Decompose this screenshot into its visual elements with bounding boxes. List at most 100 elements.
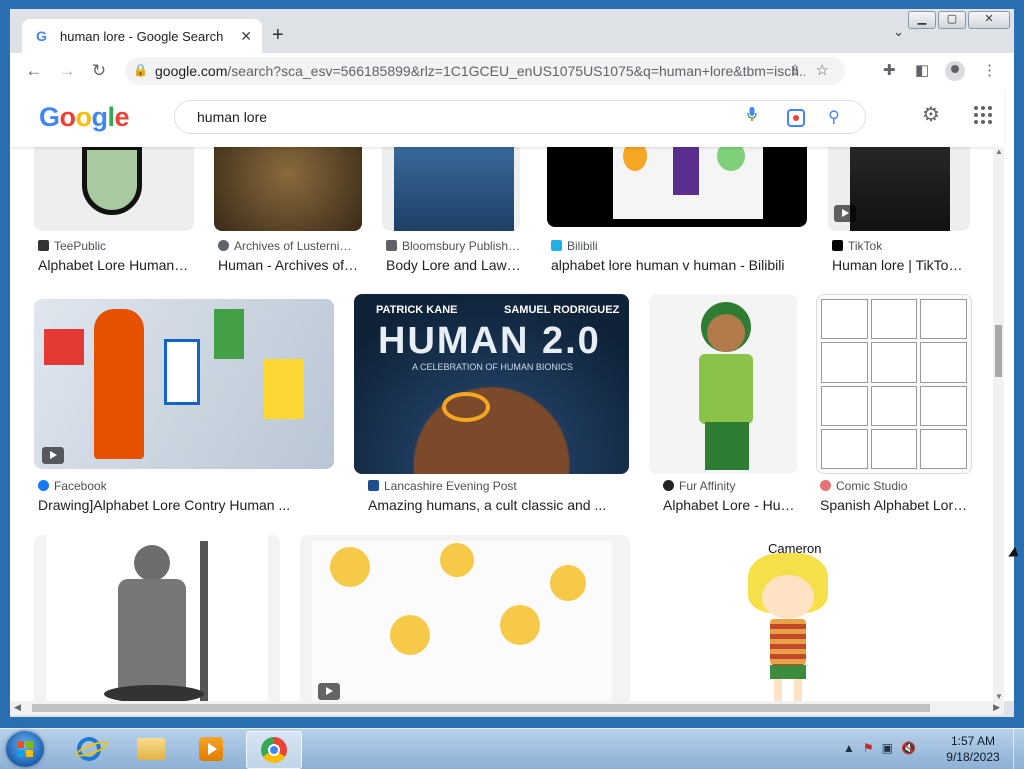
facebook-icon <box>38 480 49 491</box>
reload-icon[interactable]: ↻ <box>89 61 109 81</box>
search-input[interactable] <box>195 108 719 126</box>
maximize-button[interactable]: ▢ <box>938 11 966 29</box>
horizontal-scroll-thumb[interactable] <box>32 704 930 712</box>
google-lens-icon[interactable] <box>787 109 805 127</box>
result-source[interactable]: Bloomsbury Publish… <box>386 239 526 253</box>
result-source[interactable]: Fur Affinity <box>663 479 797 493</box>
result-thumbnail[interactable] <box>300 535 630 701</box>
result-thumbnail[interactable]: PATRICK KANE SAMUEL RODRIGUEZ HUMAN 2.0 … <box>354 294 629 474</box>
result-caption[interactable]: Human - Archives of… <box>218 257 364 273</box>
lock-icon[interactable]: 🔒 <box>133 63 148 77</box>
windows-logo-icon <box>17 741 33 757</box>
result-source[interactable]: Archives of Lusterni… <box>218 239 366 253</box>
result-source[interactable]: TeePublic <box>38 239 198 253</box>
bookmark-star-icon[interactable]: ☆ <box>816 61 829 79</box>
apps-grid-icon[interactable] <box>974 106 992 124</box>
result-thumbnail[interactable] <box>816 294 972 474</box>
globe-icon <box>218 240 229 251</box>
result-source[interactable]: Facebook <box>38 479 334 493</box>
scroll-right-arrow-icon[interactable]: ▶ <box>993 702 1000 713</box>
result-caption[interactable]: Human lore | TikTo… <box>832 257 968 273</box>
kebab-menu-icon[interactable]: ⋮ <box>982 61 997 79</box>
back-arrow-icon[interactable]: ← <box>24 61 44 81</box>
address-bar[interactable]: 🔒 google.com/search?sca_esv=566185899&rl… <box>125 57 845 85</box>
side-panel-icon[interactable]: ◧ <box>915 61 929 79</box>
forward-arrow-icon[interactable]: → <box>57 61 77 81</box>
gear-icon[interactable]: ⚙ <box>922 105 940 125</box>
result-thumbnail[interactable] <box>547 135 807 227</box>
teepublic-icon <box>38 240 49 251</box>
video-play-icon <box>318 683 340 700</box>
action-center-flag-icon[interactable]: ⚑ <box>863 741 874 755</box>
browser-window: ▁ ▢ ✕ G human lore - Google Search ✕ + ⌄… <box>10 9 1014 717</box>
search-magnifier-icon[interactable]: ⚲ <box>828 107 840 127</box>
thumb-author-1: PATRICK KANE <box>376 304 458 316</box>
close-window-button[interactable]: ✕ <box>968 11 1010 29</box>
result-caption[interactable]: Drawing]Alphabet Lore Contry Human ... <box>38 497 334 513</box>
result-caption[interactable]: Amazing humans, a cult classic and ... <box>368 497 628 513</box>
google-images-page: Google ⚲ ⚙ TeePublic A <box>10 89 1014 701</box>
result-thumbnail[interactable] <box>34 535 280 701</box>
bloomsbury-icon <box>386 240 397 251</box>
network-icon[interactable]: ▣ <box>882 741 893 755</box>
show-desktop-button[interactable] <box>1013 729 1024 769</box>
result-thumbnail[interactable]: Cameron <box>642 535 970 701</box>
result-source[interactable]: Comic Studio <box>820 479 976 493</box>
result-caption[interactable]: Body Lore and Law… <box>386 257 526 273</box>
minimize-button[interactable]: ▁ <box>908 11 936 29</box>
profile-avatar-icon[interactable] <box>945 61 965 81</box>
result-thumbnail[interactable] <box>34 135 194 231</box>
show-hidden-icons-icon[interactable]: ▲ <box>843 741 855 755</box>
taskbar-internet-explorer[interactable] <box>62 731 116 767</box>
scroll-up-arrow-icon[interactable]: ▲ <box>995 147 1003 156</box>
result-source[interactable]: Lancashire Evening Post <box>368 479 628 493</box>
result-thumbnail[interactable] <box>649 294 797 474</box>
taskbar-chrome[interactable] <box>246 731 302 769</box>
taskbar-clock[interactable]: 1:57 AM 9/18/2023 <box>938 733 1008 765</box>
extensions-puzzle-icon[interactable]: ✚ <box>883 61 896 79</box>
tab-title: human lore - Google Search <box>60 28 224 44</box>
vertical-scroll-thumb[interactable] <box>995 325 1002 377</box>
result-thumbnail[interactable] <box>214 135 362 231</box>
scroll-left-arrow-icon[interactable]: ◀ <box>14 702 21 713</box>
clock-date: 9/18/2023 <box>946 750 1000 764</box>
lancashire-post-icon <box>368 480 379 491</box>
result-caption[interactable]: alphabet lore human v human - Bilibili <box>551 257 807 273</box>
result-source[interactable]: TikTok <box>832 239 972 253</box>
google-favicon-icon: G <box>36 28 47 44</box>
result-thumbnail[interactable] <box>828 135 970 231</box>
microphone-icon[interactable] <box>747 107 757 121</box>
result-thumbnail[interactable] <box>34 299 334 469</box>
close-tab-icon[interactable]: ✕ <box>240 28 252 45</box>
tab-search-chevron-icon[interactable]: ⌄ <box>893 24 904 40</box>
result-caption[interactable]: Alphabet Lore Human… <box>38 257 194 273</box>
share-icon[interactable]: ⇪ <box>789 62 801 79</box>
paw-icon <box>663 480 674 491</box>
windows-taskbar: ▲ ⚑ ▣ 🔇 1:57 AM 9/18/2023 <box>0 728 1024 769</box>
horizontal-scrollbar[interactable]: ◀ ▶ <box>10 701 1004 715</box>
vertical-scrollbar[interactable]: ▲ ▼ <box>993 147 1004 701</box>
browser-toolbar: ← → ↻ 🔒 google.com/search?sca_esv=566185… <box>10 53 1014 89</box>
google-header: Google ⚲ ⚙ <box>10 89 1004 147</box>
result-thumbnail[interactable] <box>382 135 520 231</box>
scroll-down-arrow-icon[interactable]: ▼ <box>995 692 1003 701</box>
new-tab-icon[interactable]: + <box>272 25 284 45</box>
comic-studio-icon <box>820 480 831 491</box>
google-logo[interactable]: Google <box>39 102 130 133</box>
video-play-icon <box>42 447 64 464</box>
result-source[interactable]: Bilibili <box>551 239 801 253</box>
thumb-book-subtitle: A CELEBRATION OF HUMAN BIONICS <box>412 362 573 372</box>
taskbar-file-explorer[interactable] <box>124 731 178 767</box>
result-caption[interactable]: Alphabet Lore - Hu… <box>663 497 797 513</box>
thumb-book-title: HUMAN 2.0 <box>378 320 601 362</box>
media-player-icon <box>199 737 223 761</box>
volume-muted-icon[interactable]: 🔇 <box>901 741 916 755</box>
system-tray: ▲ ⚑ ▣ 🔇 <box>843 741 916 755</box>
taskbar-media-player[interactable] <box>184 731 238 767</box>
search-box[interactable]: ⚲ <box>174 100 866 134</box>
result-caption[interactable]: Spanish Alphabet Lor… <box>820 497 972 513</box>
thumb-author-2: SAMUEL RODRIGUEZ <box>504 304 620 316</box>
start-button[interactable] <box>6 731 44 767</box>
tab-google-search[interactable]: G human lore - Google Search ✕ <box>22 19 262 53</box>
url-text: google.com/search?sca_esv=566185899&rlz=… <box>155 63 805 79</box>
